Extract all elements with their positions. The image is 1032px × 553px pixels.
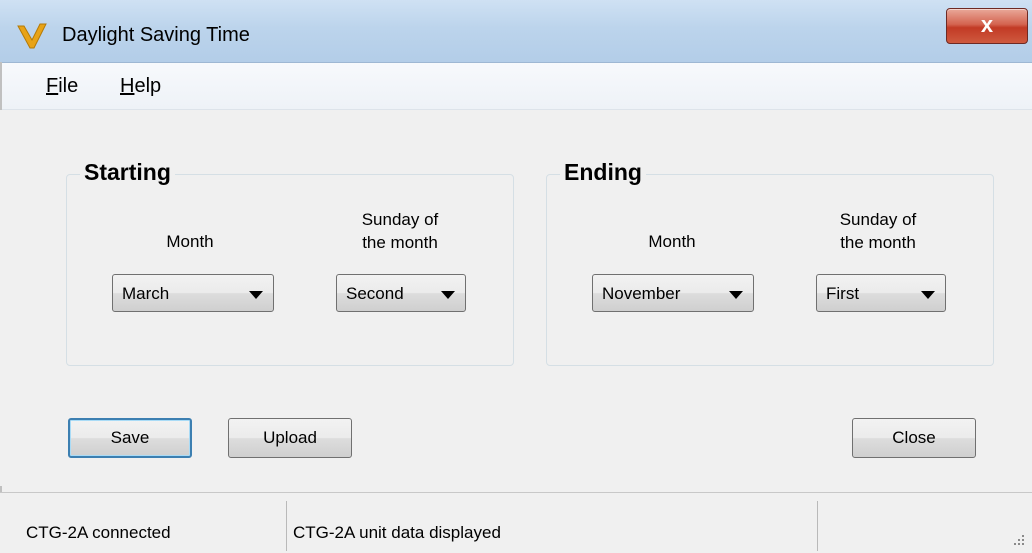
menu-help[interactable]: Help (120, 75, 161, 98)
window-close-button[interactable]: x (946, 8, 1028, 44)
title-bar[interactable]: Daylight Saving Time x (0, 0, 1032, 63)
upload-button[interactable]: Upload (228, 418, 352, 458)
ending-month-label: Month (648, 232, 696, 251)
menu-file[interactable]: File (46, 75, 78, 98)
starting-sunday-value: Second (346, 284, 404, 303)
status-message-text: CTG-2A unit data displayed (293, 523, 501, 542)
window-title: Daylight Saving Time (62, 24, 250, 46)
menu-help-label: elp (134, 75, 162, 97)
ending-sunday-label-line2: the month (840, 233, 916, 252)
main-content: Starting Month Sunday of the month March… (0, 110, 1032, 486)
save-button[interactable]: Save (68, 418, 192, 458)
chevron-down-icon (249, 291, 263, 299)
close-icon: x (980, 12, 994, 37)
status-cell-message: CTG-2A unit data displayed (287, 501, 818, 551)
chevron-down-icon (921, 291, 935, 299)
ending-sunday-value: First (826, 284, 860, 303)
ending-sunday-label: Sunday of the month (808, 208, 948, 254)
chevron-down-icon (729, 291, 743, 299)
menu-file-label: ile (58, 75, 79, 97)
app-logo-icon (17, 23, 47, 49)
status-connection-text: CTG-2A connected (26, 523, 171, 542)
resize-grip-icon[interactable] (1010, 531, 1026, 547)
starting-title: Starting (80, 159, 175, 186)
menu-help-mnemonic: H (120, 75, 135, 97)
starting-groupbox (66, 174, 514, 366)
menu-bar: File Help (0, 63, 1032, 110)
ending-title: Ending (560, 159, 646, 186)
ending-groupbox (546, 174, 994, 366)
status-cell-connection: CTG-2A connected (0, 501, 287, 551)
starting-month-label: Month (166, 232, 214, 251)
ending-sunday-label-line1: Sunday of (839, 210, 917, 229)
menu-file-mnemonic: F (46, 75, 59, 97)
starting-month-select[interactable]: March (112, 274, 274, 312)
ending-month-select[interactable]: November (592, 274, 754, 312)
chevron-down-icon (441, 291, 455, 299)
starting-sunday-label: Sunday of the month (330, 208, 470, 254)
status-bar: CTG-2A connected CTG-2A unit data displa… (0, 492, 1032, 553)
starting-sunday-label-line2: the month (362, 233, 438, 252)
starting-sunday-label-line1: Sunday of (361, 210, 439, 229)
close-button[interactable]: Close (852, 418, 976, 458)
starting-month-value: March (122, 284, 170, 303)
ending-month-value: November (602, 284, 681, 303)
ending-sunday-select[interactable]: First (816, 274, 946, 312)
starting-sunday-select[interactable]: Second (336, 274, 466, 312)
status-cell-extra (818, 501, 1032, 551)
